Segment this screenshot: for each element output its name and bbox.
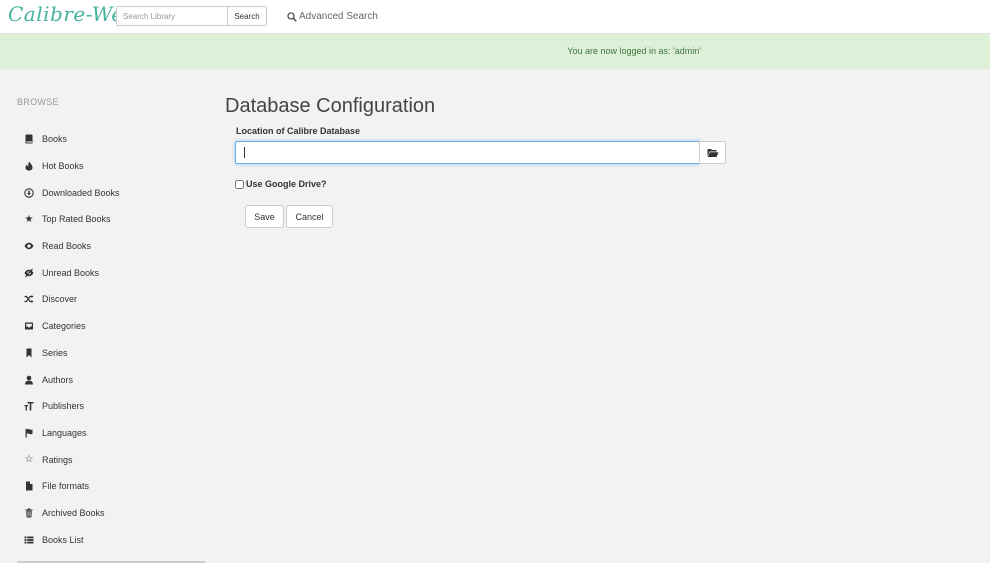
flash-text: You are now logged in as: 'admin'	[567, 46, 701, 56]
sidebar-item-label: Books List	[42, 534, 84, 545]
sidebar-item-label: Archived Books	[42, 507, 105, 518]
fire-icon	[22, 159, 36, 173]
google-drive-checkbox[interactable]	[235, 179, 244, 189]
user-icon	[22, 373, 36, 387]
bookmark-icon	[22, 346, 36, 360]
sidebar-item-books-list[interactable]: Books List	[22, 526, 202, 553]
advanced-search-label: Advanced Search	[299, 11, 378, 22]
cancel-button[interactable]: Cancel	[286, 205, 333, 228]
browse-folder-button[interactable]	[699, 141, 726, 164]
sidebar-item-label: Ratings	[42, 454, 73, 465]
sidebar-item-top-rated-books[interactable]: ★ Top Rated Books	[22, 206, 202, 233]
star-icon: ★	[24, 213, 34, 225]
sidebar-item-read-books[interactable]: Read Books	[22, 233, 202, 260]
shuffle-icon	[22, 292, 36, 306]
sidebar-item-books[interactable]: Books	[22, 126, 202, 153]
download-circle-icon	[22, 186, 36, 200]
sidebar-item-label: Hot Books	[42, 161, 84, 172]
star-outline-icon: ☆	[24, 454, 34, 466]
sidebar-item-categories[interactable]: Categories	[22, 313, 202, 340]
sidebar-item-hot-books[interactable]: Hot Books	[22, 153, 202, 180]
search-icon	[287, 11, 297, 22]
sidebar-item-label: Books	[42, 134, 68, 145]
sidebar-item-publishers[interactable]: Publishers	[22, 393, 202, 420]
page-title: Database Configuration	[225, 95, 436, 117]
flash-message: You are now logged in as: 'admin'	[0, 34, 990, 69]
sidebar-item-file-formats[interactable]: File formats	[22, 473, 202, 500]
top-navbar: Calibre-Web Search Advanced Search	[0, 0, 990, 34]
database-location-label: Location of Calibre Database	[236, 126, 361, 136]
advanced-search-link[interactable]: Advanced Search	[287, 11, 378, 22]
sidebar-item-languages[interactable]: Languages	[22, 420, 202, 447]
book-icon	[22, 132, 36, 146]
sidebar-item-label: Languages	[42, 427, 87, 438]
google-drive-label: Use Google Drive?	[246, 179, 327, 189]
sidebar-item-label: Categories	[42, 321, 86, 332]
search-button[interactable]: Search	[227, 6, 267, 26]
sidebar-item-label: Discover	[42, 294, 78, 305]
trash-icon	[22, 506, 36, 520]
sidebar-item-authors[interactable]: Authors	[22, 366, 202, 393]
save-button[interactable]: Save	[245, 205, 284, 228]
sidebar-item-label: File formats	[42, 481, 90, 492]
sidebar-item-label: Top Rated Books	[42, 214, 111, 225]
folder-open-icon	[707, 148, 718, 157]
sidebar-nav: Books Hot Books Downloaded Books ★ Top R…	[22, 126, 202, 553]
sidebar-item-label: Authors	[42, 374, 74, 385]
sidebar-item-unread-books[interactable]: Unread Books	[22, 259, 202, 286]
file-icon	[22, 479, 36, 493]
eye-slash-icon	[22, 266, 36, 280]
sidebar-item-discover[interactable]: Discover	[22, 286, 202, 313]
sidebar-item-label: Downloaded Books	[42, 187, 120, 198]
sidebar-item-archived-books[interactable]: Archived Books	[22, 500, 202, 527]
sidebar-item-label: Series	[42, 347, 68, 358]
search-input[interactable]	[116, 6, 228, 26]
sidebar-item-label: Read Books	[42, 241, 92, 252]
flag-icon	[22, 426, 36, 440]
inbox-icon	[22, 319, 36, 333]
sidebar-item-downloaded-books[interactable]: Downloaded Books	[22, 179, 202, 206]
google-drive-option[interactable]: Use Google Drive?	[235, 179, 327, 189]
list-icon	[22, 533, 36, 547]
browse-heading: BROWSE	[17, 97, 59, 107]
eye-icon	[22, 239, 36, 253]
sidebar-item-label: Unread Books	[42, 267, 100, 278]
sidebar-item-series[interactable]: Series	[22, 340, 202, 367]
text-size-icon	[22, 399, 36, 413]
text-cursor	[244, 147, 245, 158]
sidebar-item-ratings[interactable]: ☆ Ratings	[22, 446, 202, 473]
sidebar-item-label: Publishers	[42, 401, 85, 412]
database-location-input[interactable]	[235, 141, 700, 164]
